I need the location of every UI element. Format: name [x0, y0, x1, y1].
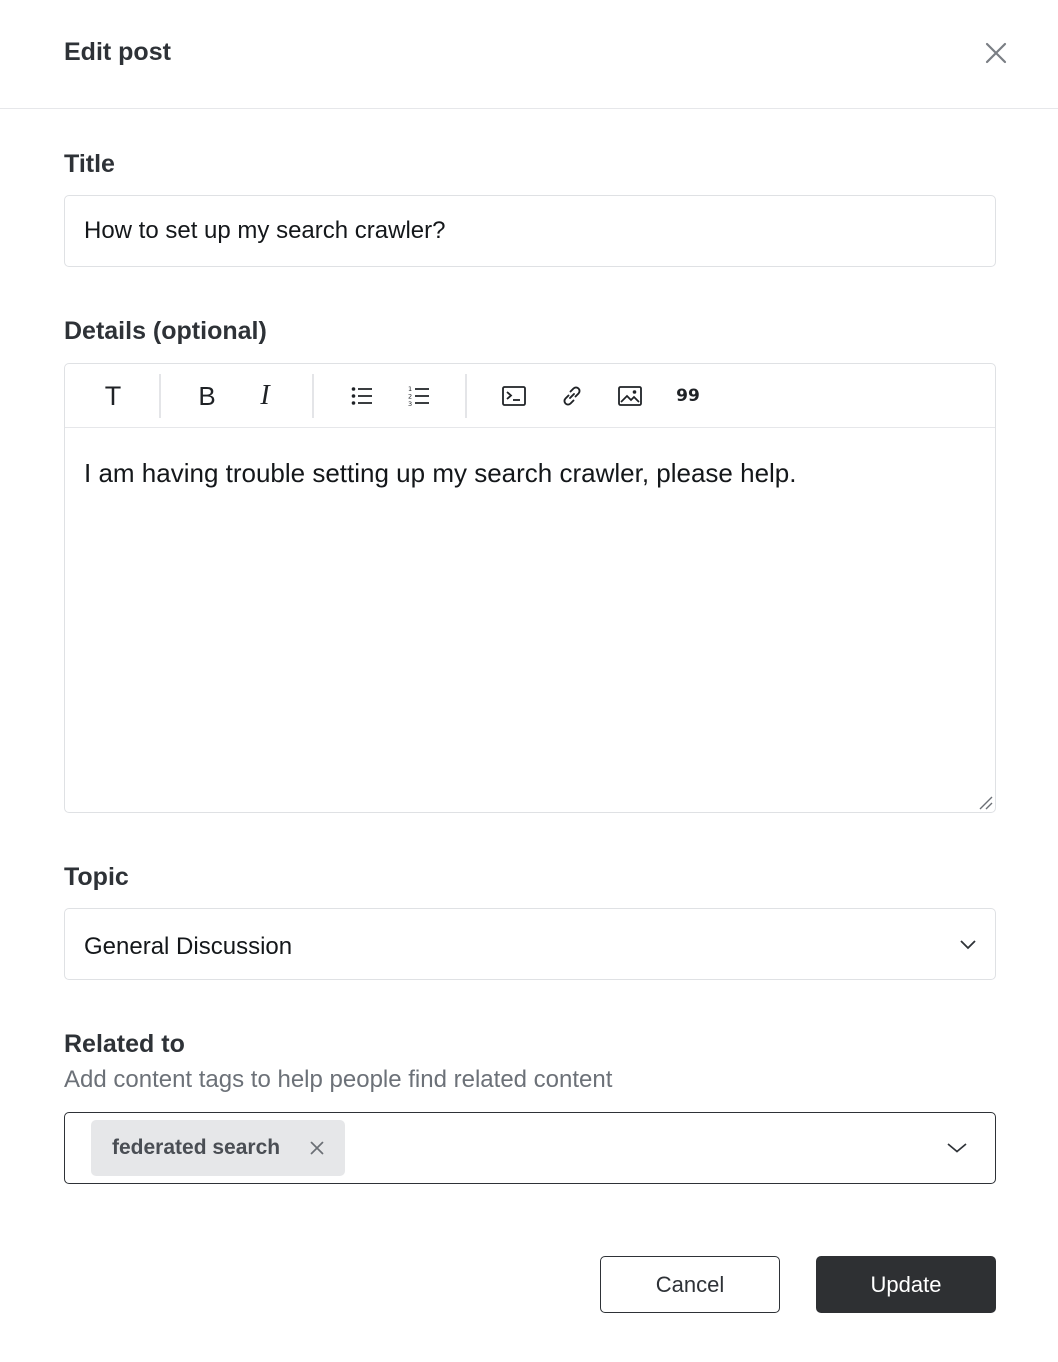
chevron-down-icon — [960, 940, 976, 950]
text-style-button[interactable]: T — [95, 378, 131, 414]
image-button[interactable] — [612, 378, 648, 414]
topic-selected-value: General Discussion — [84, 933, 293, 960]
quote-button[interactable]: 99 — [670, 378, 706, 414]
cancel-button[interactable]: Cancel — [600, 1256, 780, 1313]
close-button[interactable] — [980, 37, 1012, 69]
details-textarea[interactable]: I am having trouble setting up my search… — [84, 458, 797, 489]
editor-toolbar: T B I 1 2 3 99 — [65, 364, 995, 428]
related-label: Related to — [64, 1030, 185, 1058]
resize-handle-icon[interactable] — [977, 794, 993, 810]
numbered-list-icon: 1 2 3 — [408, 385, 429, 407]
link-icon — [563, 386, 581, 406]
code-block-icon — [502, 386, 526, 406]
toolbar-divider — [312, 374, 314, 418]
italic-icon: I — [260, 380, 270, 411]
bold-button[interactable]: B — [189, 378, 225, 414]
toolbar-divider — [465, 374, 467, 418]
details-label: Details (optional) — [64, 317, 267, 345]
italic-button[interactable]: I — [247, 378, 283, 414]
toolbar-divider — [159, 374, 161, 418]
dialog-title: Edit post — [64, 38, 171, 66]
title-label: Title — [64, 150, 115, 178]
code-block-button[interactable] — [496, 378, 532, 414]
related-hint: Add content tags to help people find rel… — [64, 1066, 613, 1093]
svg-text:3: 3 — [408, 400, 412, 407]
image-icon — [618, 386, 642, 406]
quote-icon: 99 — [676, 386, 700, 406]
related-tags-input[interactable]: federated search — [64, 1112, 996, 1184]
update-button[interactable]: Update — [816, 1256, 996, 1313]
text-style-icon: T — [104, 380, 122, 411]
dialog-header: Edit post — [0, 0, 1058, 109]
numbered-list-button[interactable]: 1 2 3 — [401, 378, 437, 414]
link-button[interactable] — [554, 378, 590, 414]
tag-label: federated search — [112, 1136, 281, 1159]
chevron-down-icon[interactable] — [947, 1138, 967, 1158]
topic-select[interactable]: General Discussion — [64, 908, 996, 980]
details-editor: T B I 1 2 3 99 I am having trouble setti… — [64, 363, 996, 813]
tag-remove-button[interactable] — [305, 1136, 329, 1160]
tag-remove-icon — [310, 1141, 324, 1155]
close-icon — [985, 42, 1007, 64]
topic-label: Topic — [64, 863, 129, 891]
bold-icon: B — [198, 380, 216, 411]
tag-chip: federated search — [91, 1120, 345, 1176]
bullet-list-icon — [351, 387, 372, 405]
bullet-list-button[interactable] — [344, 378, 380, 414]
title-input[interactable] — [64, 195, 996, 267]
